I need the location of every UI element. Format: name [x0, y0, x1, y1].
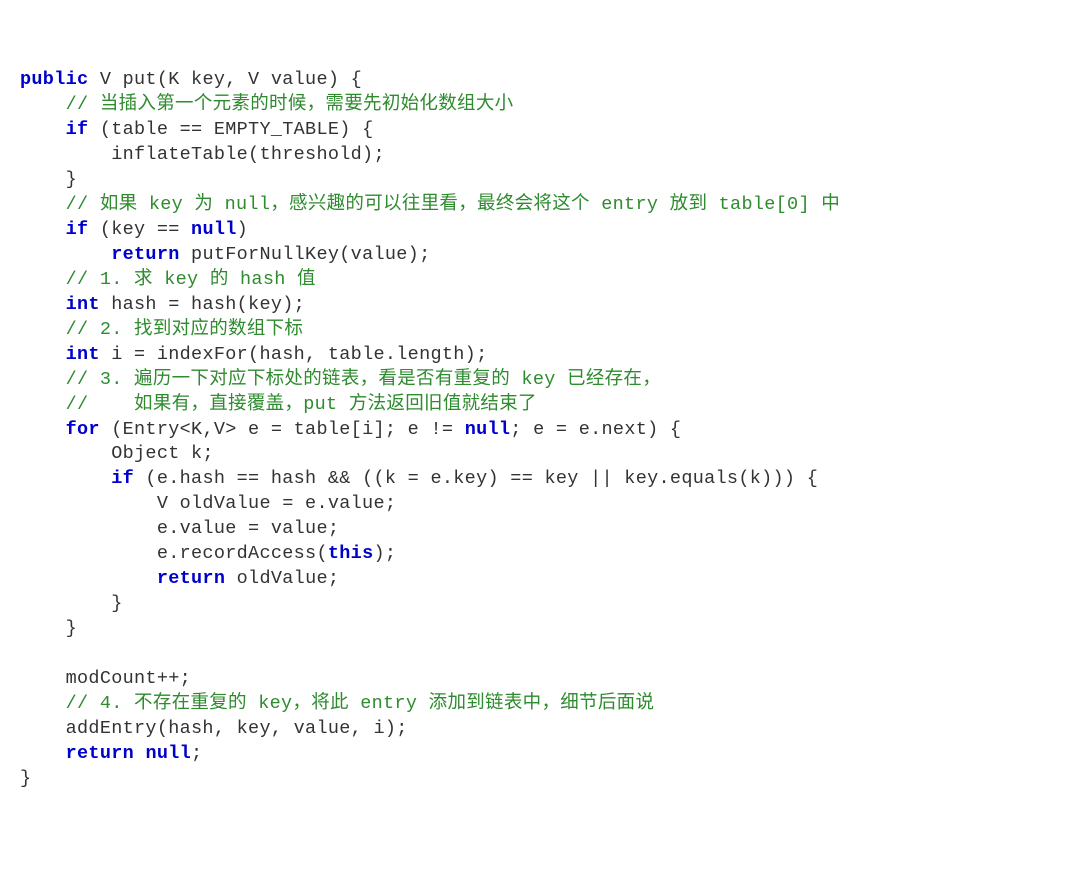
code-text: V oldValue = e.value;	[157, 493, 396, 514]
code-text: )	[237, 219, 248, 240]
code-text: );	[373, 543, 396, 564]
comment: // 如果 key 为 null，感兴趣的可以往里看，最终会将这个 entry …	[66, 194, 840, 215]
code-line: }	[20, 593, 123, 614]
code-line: e.value = value;	[20, 518, 339, 539]
code-text: putForNullKey(value);	[180, 244, 431, 265]
code-line: }	[20, 768, 31, 789]
code-line: int i = indexFor(hash, table.length);	[20, 344, 488, 365]
code-line: // 3. 遍历一下对应下标处的链表，看是否有重复的 key 已经存在，	[20, 369, 661, 390]
keyword: if	[66, 219, 89, 240]
literal: null	[145, 743, 191, 764]
keyword: if	[111, 468, 134, 489]
keyword: int	[66, 344, 100, 365]
code-text: (table == EMPTY_TABLE) {	[88, 119, 373, 140]
code-line: V oldValue = e.value;	[20, 493, 396, 514]
code-line: // 1. 求 key 的 hash 值	[20, 269, 316, 290]
keyword: int	[66, 294, 100, 315]
code-text: e.value = value;	[157, 518, 339, 539]
code-text: (Entry<K,V> e = table[i]; e !=	[100, 419, 465, 440]
keyword: return	[66, 743, 134, 764]
code-text: inflateTable(threshold);	[111, 144, 385, 165]
code-text: modCount++;	[66, 668, 191, 689]
code-line: public V put(K key, V value) {	[20, 69, 362, 90]
code-line: // 4. 不存在重复的 key，将此 entry 添加到链表中，细节后面说	[20, 693, 654, 714]
keyword: return	[157, 568, 225, 589]
code-text: }	[66, 618, 77, 639]
code-line: }	[20, 618, 77, 639]
code-block: public V put(K key, V value) { // 当插入第一个…	[20, 68, 1060, 792]
code-line: // 如果 key 为 null，感兴趣的可以往里看，最终会将这个 entry …	[20, 194, 840, 215]
code-text: Object k;	[111, 443, 214, 464]
comment: // 4. 不存在重复的 key，将此 entry 添加到链表中，细节后面说	[66, 693, 655, 714]
comment: // 1. 求 key 的 hash 值	[66, 269, 316, 290]
code-text: hash = hash(key);	[100, 294, 305, 315]
code-line: return oldValue;	[20, 568, 339, 589]
code-line: if (e.hash == hash && ((k = e.key) == ke…	[20, 468, 818, 489]
code-text: }	[66, 169, 77, 190]
comment: // 2. 找到对应的数组下标	[66, 319, 304, 340]
keyword: if	[66, 119, 89, 140]
keyword: public	[20, 69, 88, 90]
code-line: addEntry(hash, key, value, i);	[20, 718, 408, 739]
code-line: // 如果有，直接覆盖，put 方法返回旧值就结束了	[20, 394, 537, 415]
code-text: oldValue;	[225, 568, 339, 589]
keyword: return	[111, 244, 179, 265]
comment: // 如果有，直接覆盖，put 方法返回旧值就结束了	[66, 394, 537, 415]
code-line: e.recordAccess(this);	[20, 543, 396, 564]
code-line: for (Entry<K,V> e = table[i]; e != null;…	[20, 419, 681, 440]
code-line: return null;	[20, 743, 202, 764]
code-line: if (table == EMPTY_TABLE) {	[20, 119, 373, 140]
code-text: addEntry(hash, key, value, i);	[66, 718, 408, 739]
code-text: e.recordAccess(	[157, 543, 328, 564]
code-line: }	[20, 169, 77, 190]
code-text: i = indexFor(hash, table.length);	[100, 344, 488, 365]
code-text: ; e = e.next) {	[510, 419, 681, 440]
code-line: return putForNullKey(value);	[20, 244, 430, 265]
code-line	[20, 643, 31, 664]
comment: // 当插入第一个元素的时候，需要先初始化数组大小	[66, 94, 514, 115]
code-text: V put(K key, V value) {	[88, 69, 362, 90]
code-text: }	[111, 593, 122, 614]
code-text: (e.hash == hash && ((k = e.key) == key |…	[134, 468, 818, 489]
code-line: if (key == null)	[20, 219, 248, 240]
code-line: Object k;	[20, 443, 214, 464]
literal: null	[191, 219, 237, 240]
code-text: (key ==	[88, 219, 191, 240]
keyword: this	[328, 543, 374, 564]
code-text: ;	[191, 743, 202, 764]
code-line: // 2. 找到对应的数组下标	[20, 319, 303, 340]
code-text: }	[20, 768, 31, 789]
code-line: // 当插入第一个元素的时候，需要先初始化数组大小	[20, 94, 513, 115]
keyword: for	[66, 419, 100, 440]
code-line: int hash = hash(key);	[20, 294, 305, 315]
code-line: modCount++;	[20, 668, 191, 689]
code-text	[134, 743, 145, 764]
literal: null	[465, 419, 511, 440]
comment: // 3. 遍历一下对应下标处的链表，看是否有重复的 key 已经存在，	[66, 369, 661, 390]
code-line: inflateTable(threshold);	[20, 144, 385, 165]
